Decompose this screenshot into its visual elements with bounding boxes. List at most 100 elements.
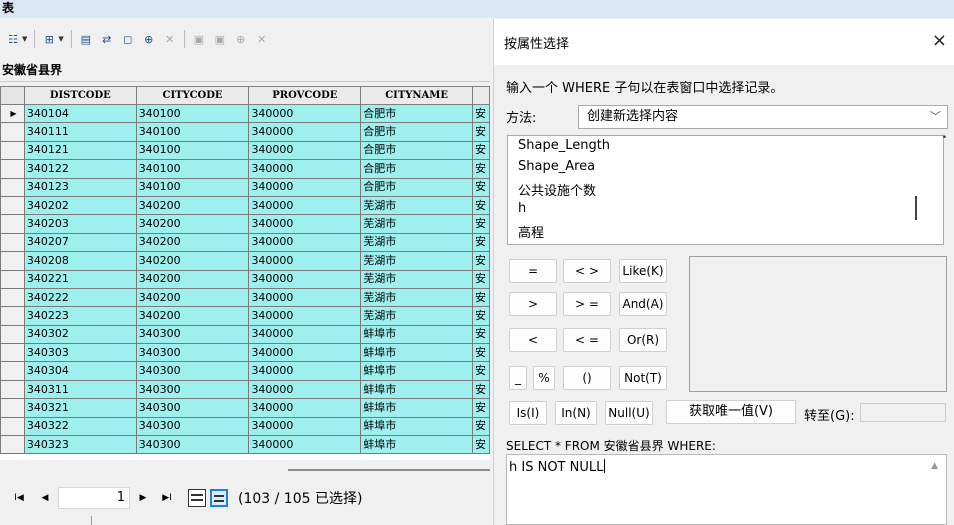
cell-cityname[interactable]: 芜湖市 bbox=[360, 269, 473, 289]
row-selector[interactable] bbox=[0, 269, 25, 289]
cell-citycode[interactable]: 340200 bbox=[135, 251, 250, 271]
or-button[interactable]: Or(R) bbox=[619, 328, 667, 352]
get-unique-values-button[interactable]: 获取唯一值(V) bbox=[666, 400, 796, 424]
row-selector-header[interactable] bbox=[0, 86, 25, 105]
less-equal-button[interactable]: < = bbox=[563, 328, 611, 352]
cell-next[interactable]: 安 bbox=[471, 324, 490, 345]
cell-provcode[interactable]: 340000 bbox=[248, 177, 362, 197]
cell-distcode[interactable]: 340221 bbox=[23, 269, 137, 289]
cell-cityname[interactable]: 合肥市 bbox=[360, 122, 473, 142]
current-record-input[interactable]: 1 bbox=[58, 487, 130, 509]
cell-cityname[interactable]: 蚌埠市 bbox=[360, 416, 473, 437]
cell-citycode[interactable]: 340100 bbox=[135, 103, 250, 124]
row-selector[interactable] bbox=[0, 140, 25, 161]
cell-next[interactable]: 安 bbox=[471, 416, 490, 437]
cell-provcode[interactable]: 340000 bbox=[248, 140, 362, 161]
null-button[interactable]: Null(U) bbox=[605, 401, 653, 425]
bottom-layer-tab[interactable] bbox=[0, 516, 92, 525]
cell-provcode[interactable]: 340000 bbox=[248, 361, 362, 381]
cell-distcode[interactable]: 340304 bbox=[23, 361, 137, 381]
zoom-to-selected-icon[interactable]: ⊕ bbox=[140, 30, 158, 48]
table-row[interactable]: 340322 340300 340000 蚌埠市安 bbox=[0, 416, 490, 437]
cell-next[interactable]: 安 bbox=[471, 287, 490, 308]
where-clause-input[interactable]: h IS NOT NULL ▲ bbox=[506, 454, 947, 525]
column-header-distcode[interactable]: DISTCODE bbox=[23, 86, 137, 105]
table-options-dropdown-icon[interactable]: ▼ bbox=[22, 35, 27, 43]
cell-citycode[interactable]: 340200 bbox=[135, 214, 250, 234]
cell-distcode[interactable]: 340222 bbox=[23, 287, 137, 308]
clear-selection-icon[interactable]: ◻ bbox=[119, 30, 137, 48]
is-button[interactable]: Is(I) bbox=[509, 401, 547, 425]
row-selector[interactable] bbox=[0, 251, 25, 271]
cell-cityname[interactable]: 蚌埠市 bbox=[360, 343, 473, 363]
cell-next[interactable]: 安 bbox=[471, 361, 490, 381]
greater-than-button[interactable]: > bbox=[509, 292, 557, 316]
horizontal-scrollbar[interactable] bbox=[0, 460, 490, 480]
last-record-button[interactable]: ▶I bbox=[158, 493, 176, 503]
row-selector[interactable] bbox=[0, 306, 25, 326]
cell-provcode[interactable]: 340000 bbox=[248, 214, 362, 234]
row-selector[interactable] bbox=[0, 361, 25, 381]
close-icon[interactable]: × bbox=[932, 31, 947, 51]
row-selector[interactable] bbox=[0, 159, 25, 179]
greater-equal-button[interactable]: > = bbox=[563, 292, 611, 316]
cell-distcode[interactable]: 340122 bbox=[23, 159, 137, 179]
cell-next[interactable]: 安 bbox=[471, 398, 490, 418]
row-selector[interactable] bbox=[0, 214, 25, 234]
cell-citycode[interactable]: 340300 bbox=[135, 416, 250, 437]
cell-next[interactable]: 安 bbox=[471, 379, 490, 400]
cell-next[interactable]: 安 bbox=[471, 195, 490, 216]
parentheses-button[interactable]: () bbox=[563, 366, 611, 390]
scroll-up-icon[interactable]: ▲ bbox=[931, 461, 938, 471]
cell-distcode[interactable]: 340121 bbox=[23, 140, 137, 161]
cell-provcode[interactable]: 340000 bbox=[248, 251, 362, 271]
cell-citycode[interactable]: 340300 bbox=[135, 361, 250, 381]
show-all-records-icon[interactable] bbox=[188, 489, 206, 507]
paste-icon[interactable]: ▣ bbox=[211, 30, 229, 48]
cell-distcode[interactable]: 340223 bbox=[23, 306, 137, 326]
cell-distcode[interactable]: 340323 bbox=[23, 435, 137, 455]
cell-next[interactable]: 安 bbox=[471, 269, 490, 289]
first-record-button[interactable]: I◀ bbox=[10, 493, 28, 503]
table-row[interactable]: 340302 340300 340000 蚌埠市安 bbox=[0, 324, 490, 345]
cell-next[interactable]: 安 bbox=[471, 177, 490, 197]
row-selector[interactable] bbox=[0, 287, 25, 308]
row-selector[interactable] bbox=[0, 416, 25, 437]
table-row[interactable]: 340202 340200 340000 芜湖市安 bbox=[0, 195, 490, 216]
cell-next[interactable]: 安 bbox=[471, 343, 490, 363]
cell-provcode[interactable]: 340000 bbox=[248, 232, 362, 253]
field-item[interactable]: Shape_Length bbox=[518, 138, 610, 153]
cell-citycode[interactable]: 340200 bbox=[135, 287, 250, 308]
cell-provcode[interactable]: 340000 bbox=[248, 195, 362, 216]
cell-cityname[interactable]: 合肥市 bbox=[360, 140, 473, 161]
row-selector[interactable] bbox=[0, 232, 25, 253]
cell-provcode[interactable]: 340000 bbox=[248, 103, 362, 124]
table-row[interactable]: 340321 340300 340000 蚌埠市安 bbox=[0, 398, 490, 418]
cell-distcode[interactable]: 340207 bbox=[23, 232, 137, 253]
cell-distcode[interactable]: 340303 bbox=[23, 343, 137, 363]
table-row[interactable]: 340121 340100 340000 合肥市安 bbox=[0, 140, 490, 161]
next-record-button[interactable]: ▶ bbox=[134, 493, 152, 503]
cell-distcode[interactable]: 340311 bbox=[23, 379, 137, 400]
cell-cityname[interactable]: 芜湖市 bbox=[360, 195, 473, 216]
cell-distcode[interactable]: 340322 bbox=[23, 416, 137, 437]
table-row[interactable]: ▶ 340104 340100 340000 合肥市安 bbox=[0, 103, 490, 124]
cell-provcode[interactable]: 340000 bbox=[248, 287, 362, 308]
row-selector[interactable]: ▶ bbox=[0, 103, 25, 124]
cell-citycode[interactable]: 340300 bbox=[135, 398, 250, 418]
not-button[interactable]: Not(T) bbox=[619, 366, 667, 390]
cell-next[interactable]: 安 bbox=[471, 122, 490, 142]
field-item[interactable]: Shape_Area bbox=[518, 159, 595, 174]
cell-distcode[interactable]: 340203 bbox=[23, 214, 137, 234]
zoom-icon[interactable]: ⊕ bbox=[232, 30, 250, 48]
cell-cityname[interactable]: 芜湖市 bbox=[360, 287, 473, 308]
cell-next[interactable]: 安 bbox=[471, 103, 490, 124]
column-header-citycode[interactable]: CITYCODE bbox=[135, 86, 250, 105]
cell-cityname[interactable]: 蚌埠市 bbox=[360, 435, 473, 455]
show-selected-records-icon[interactable] bbox=[210, 489, 228, 507]
cell-citycode[interactable]: 340200 bbox=[135, 269, 250, 289]
cell-distcode[interactable]: 340321 bbox=[23, 398, 137, 418]
row-selector[interactable] bbox=[0, 324, 25, 345]
cell-citycode[interactable]: 340300 bbox=[135, 379, 250, 400]
field-item[interactable]: 高程 bbox=[518, 222, 544, 241]
